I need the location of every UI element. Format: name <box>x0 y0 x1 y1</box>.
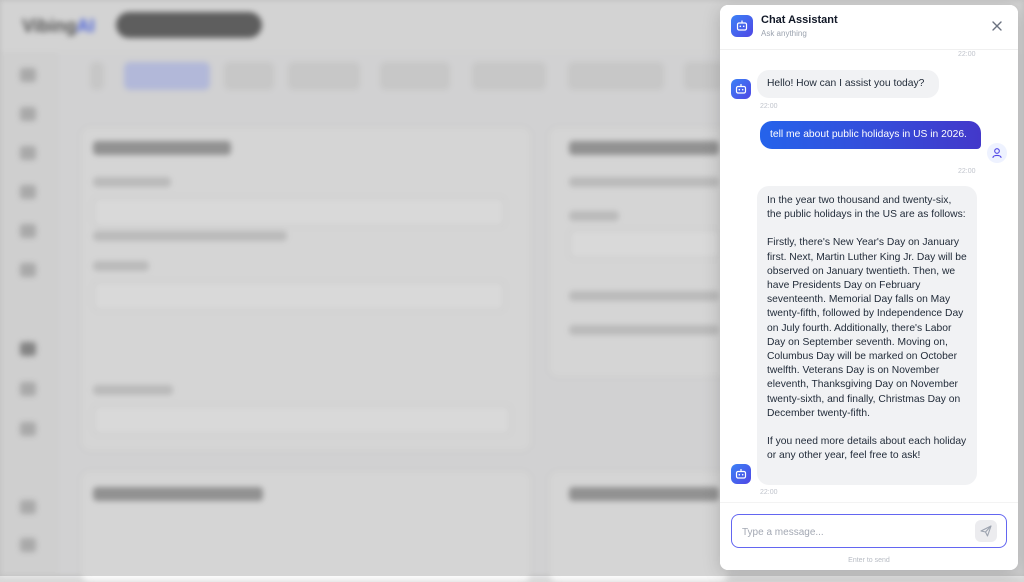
chat-title: Chat Assistant <box>761 14 838 26</box>
assistant-message: Hello! How can I assist you today? <box>757 70 939 99</box>
message-time: 22:00 <box>958 168 976 175</box>
bot-icon <box>731 79 751 99</box>
user-icon <box>987 143 1007 163</box>
chat-header: Chat Assistant Ask anything <box>720 5 1018 50</box>
message-paragraph: In the year two thousand and twenty-six,… <box>767 195 966 221</box>
bot-icon <box>731 15 753 37</box>
message-time: 22:00 <box>760 103 778 110</box>
bot-icon <box>731 464 751 484</box>
message-input-wrapper[interactable] <box>731 514 1007 548</box>
send-hint: Enter to send <box>848 557 890 564</box>
close-icon[interactable] <box>990 19 1004 33</box>
message-list[interactable]: 22:00 Hello! How can I assist you today?… <box>720 50 1018 500</box>
send-icon[interactable] <box>975 520 997 542</box>
message-input[interactable] <box>740 521 972 543</box>
user-message: tell me about public holidays in US in 2… <box>760 121 981 150</box>
chat-subtitle: Ask anything <box>761 29 807 38</box>
message-paragraph: If you need more details about each holi… <box>767 436 967 462</box>
message-composer: Enter to send <box>720 502 1018 570</box>
assistant-message: In the year two thousand and twenty-six,… <box>757 186 977 485</box>
message-paragraph: Firstly, there's New Year's Day on Janua… <box>767 237 967 419</box>
message-time: 22:00 <box>760 489 778 496</box>
message-time: 22:00 <box>958 51 976 58</box>
chat-panel: Chat Assistant Ask anything 22:00 Hello!… <box>720 5 1018 570</box>
